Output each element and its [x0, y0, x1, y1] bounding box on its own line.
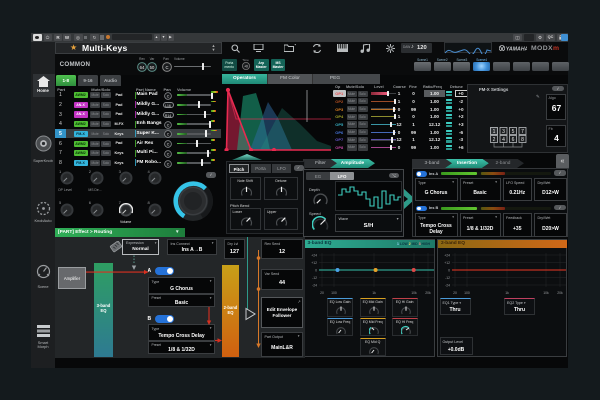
svg-text:10k: 10k [543, 291, 549, 295]
svg-text:+12: +12 [311, 261, 317, 265]
svg-text:5: 5 [512, 129, 515, 135]
svg-text:20k: 20k [557, 291, 563, 295]
svg-text:+24: +24 [444, 254, 450, 258]
svg-text:50: 50 [150, 64, 155, 69]
svg-text:+12: +12 [444, 261, 450, 265]
svg-text:100: 100 [464, 291, 470, 295]
svg-text:-12: -12 [445, 276, 450, 280]
svg-text:4: 4 [502, 137, 505, 143]
svg-text:1k: 1k [505, 291, 509, 295]
svg-text:C: C [167, 123, 170, 127]
svg-text:+0: +0 [244, 65, 248, 69]
svg-text:YAMAHA: YAMAHA [506, 46, 527, 51]
svg-text:-24: -24 [312, 284, 317, 288]
svg-text:7: 7 [521, 129, 524, 135]
svg-text:C: C [167, 133, 170, 137]
svg-text:2: 2 [493, 137, 496, 143]
svg-text:0: 0 [315, 269, 317, 273]
svg-text:C: C [167, 152, 170, 156]
svg-text:1k: 1k [372, 291, 376, 295]
svg-text:-24: -24 [445, 284, 450, 288]
svg-text:3: 3 [502, 129, 505, 135]
svg-text:8: 8 [521, 137, 524, 143]
svg-text:+24: +24 [311, 254, 317, 258]
svg-text:1: 1 [493, 129, 496, 135]
svg-text:20: 20 [453, 291, 457, 295]
svg-text:20k: 20k [425, 291, 431, 295]
svg-text:C: C [165, 64, 168, 69]
svg-text:C: C [167, 94, 170, 98]
svg-text:6: 6 [512, 137, 515, 143]
svg-text:20: 20 [320, 291, 324, 295]
svg-text:100: 100 [331, 291, 337, 295]
svg-text:C: C [167, 162, 170, 166]
svg-text:-12: -12 [312, 276, 317, 280]
svg-text:10k: 10k [411, 291, 417, 295]
svg-text:C: C [167, 143, 170, 147]
svg-text:0: 0 [448, 269, 450, 273]
svg-text:64: 64 [140, 64, 145, 69]
